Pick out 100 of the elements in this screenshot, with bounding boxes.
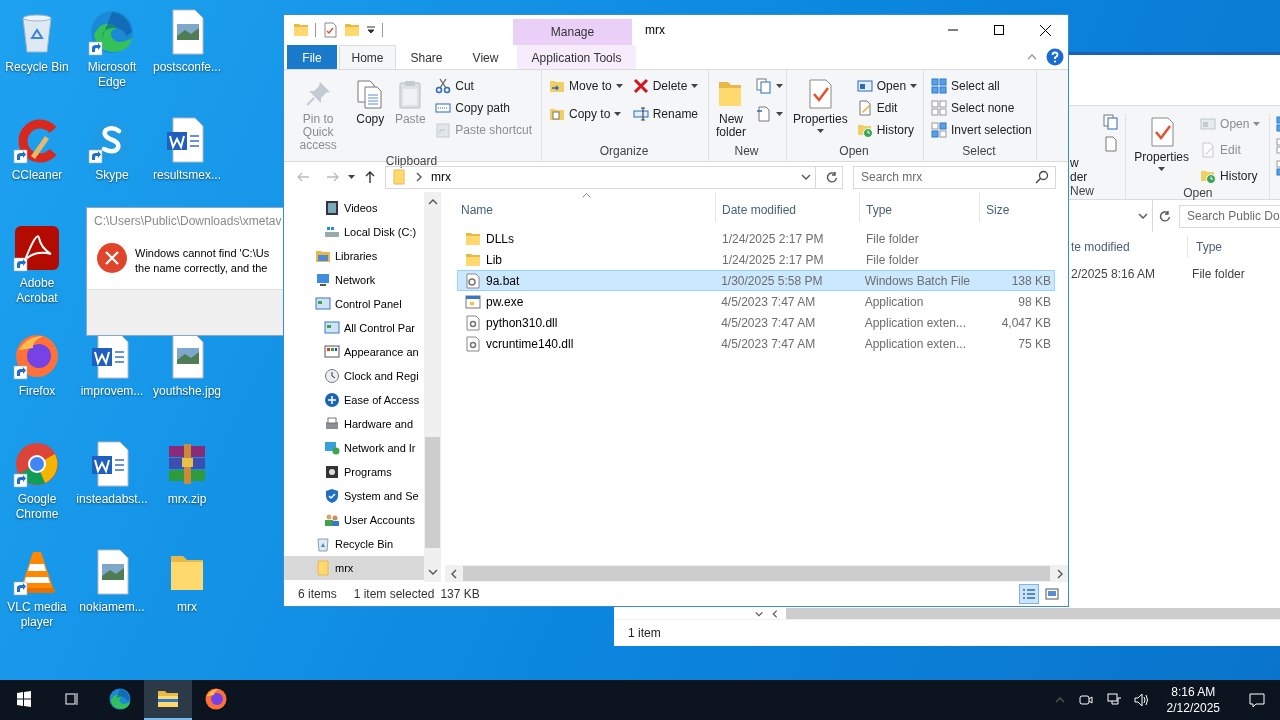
search-field[interactable]: Search mrx xyxy=(861,166,1035,188)
ribbon-tab[interactable]: View xyxy=(457,45,514,69)
gear-file-icon xyxy=(465,314,481,331)
clock[interactable]: 8:16 AM 2/12/2025 xyxy=(1158,684,1228,716)
type-cell-text: File folder xyxy=(1191,267,1246,281)
file-name: python310.dll xyxy=(486,315,558,330)
column-header[interactable]: Size xyxy=(979,192,1058,222)
nav-item[interactable]: Local Disk (C:) xyxy=(284,220,424,244)
nav-item[interactable]: Control Panel xyxy=(284,292,424,316)
properties-button[interactable]: Properties xyxy=(1132,114,1192,186)
copy-to-button[interactable]: Copy to xyxy=(546,104,626,124)
file-row[interactable]: vcruntime140.dll 4/5/2023 7:47 AM Application exten... 75 KB xyxy=(457,333,1055,354)
copy-path-button[interactable]: Copy path xyxy=(432,98,535,118)
nav-item[interactable]: User Accounts xyxy=(284,508,424,532)
file-row[interactable]: pw.exe 4/5/2023 7:47 AM Application 98 KB xyxy=(457,291,1055,312)
select-none-button[interactable]: Select none xyxy=(928,98,1035,118)
column-header[interactable]: Type xyxy=(859,192,979,222)
swirl-browser-icon[interactable] xyxy=(88,8,136,56)
scrollbar[interactable] xyxy=(445,565,1068,582)
nav-item[interactable]: Network and Ir xyxy=(284,436,424,460)
search-field[interactable]: Search Public Do xyxy=(1187,205,1280,227)
properties-icon[interactable] xyxy=(322,22,338,38)
properties-button[interactable]: Properties xyxy=(791,76,850,135)
dropdown-icon[interactable] xyxy=(366,25,376,35)
nav-item[interactable]: Programs xyxy=(284,460,424,484)
move-to-button[interactable]: Move to xyxy=(546,76,626,96)
recent-locations-button[interactable] xyxy=(348,175,355,179)
select-all-button[interactable]: Select all xyxy=(928,76,1035,96)
details-view-icon xyxy=(1022,587,1036,601)
button-label[interactable]: der xyxy=(1070,170,1088,184)
nav-item[interactable]: mrx xyxy=(284,556,424,580)
date-cell-text: 4/5/2023 7:47 AM xyxy=(720,294,817,309)
nav-item[interactable]: Libraries xyxy=(284,244,424,268)
documents-icon[interactable] xyxy=(1103,114,1120,130)
nav-item[interactable]: Appearance an xyxy=(284,340,424,364)
refresh-icon xyxy=(1159,210,1171,222)
cut-button[interactable]: Cut xyxy=(432,76,535,96)
ribbon-tab[interactable]: Application Tools xyxy=(517,45,636,69)
browser-icon[interactable] xyxy=(13,440,61,488)
file-row[interactable]: Lib 1/24/2025 2:17 PM File folder xyxy=(457,249,1055,270)
column-header[interactable]: Date modified xyxy=(715,192,859,222)
scrollbar[interactable] xyxy=(786,608,1280,619)
ribbon-button[interactable]: History xyxy=(1197,166,1264,186)
nav-item[interactable]: System and Se xyxy=(284,484,424,508)
type-cell-text: File folder xyxy=(865,252,920,267)
search-box[interactable]: Search mrx xyxy=(853,165,1056,189)
history-icon xyxy=(856,122,873,138)
new-item-button[interactable] xyxy=(753,76,786,96)
nav-item[interactable]: Ease of Access xyxy=(284,388,424,412)
search-box[interactable]: Search Public Do xyxy=(1179,204,1280,228)
history-button[interactable]: History xyxy=(853,120,921,140)
nav-item[interactable]: Recycle Bin xyxy=(284,532,424,556)
help-icon[interactable] xyxy=(1046,48,1064,66)
fox-browser-icon[interactable] xyxy=(13,332,61,380)
column-header[interactable]: Name xyxy=(457,192,715,222)
maximize-icon xyxy=(994,25,1004,35)
rename-button[interactable]: Rename xyxy=(629,104,702,124)
column-header[interactable]: Type xyxy=(1187,236,1277,258)
forward-arrow-icon xyxy=(326,170,340,184)
edit-icon xyxy=(856,100,873,116)
breadcrumb-item[interactable]: mrx xyxy=(431,170,791,184)
item-count: 6 items xyxy=(298,587,337,601)
file-name: DLLs xyxy=(486,231,514,246)
date-cell-text: 1/24/2025 2:17 PM xyxy=(721,231,825,246)
ribbon-tab[interactable]: Home xyxy=(339,45,396,69)
network-icon xyxy=(315,272,331,288)
nav-item[interactable]: All Control Par xyxy=(284,316,424,340)
nav-item[interactable]: Hardware and xyxy=(284,412,424,436)
sort-ascending-icon xyxy=(582,193,591,198)
nav-item[interactable]: Network xyxy=(284,268,424,292)
nav-item[interactable]: Clock and Regi xyxy=(284,364,424,388)
size-cell-text: 75 KB xyxy=(1017,336,1052,351)
clipboard-icon xyxy=(435,122,452,138)
file-name: Lib xyxy=(486,252,502,267)
open-button[interactable]: Open xyxy=(853,76,921,96)
scrollbar[interactable] xyxy=(424,192,441,582)
clock-icon xyxy=(324,368,340,384)
file-row[interactable]: DLLs 1/24/2025 2:17 PM File folder xyxy=(457,228,1055,249)
file-row[interactable]: python310.dll 4/5/2023 7:47 AM Application exten... 4,047 KB xyxy=(457,312,1055,333)
file-row[interactable]: 9a.bat 1/30/2025 5:58 PM Windows Batch File 138 KB xyxy=(457,270,1055,291)
folder-icon xyxy=(465,251,481,268)
nav-item[interactable]: Videos xyxy=(284,196,424,220)
copy-button[interactable]: Copy xyxy=(352,76,389,128)
recycle-bin-icon xyxy=(315,536,331,552)
group-label: New xyxy=(1070,184,1095,200)
up-button[interactable] xyxy=(363,170,377,184)
taskbar-app-button[interactable] xyxy=(144,680,192,720)
new-folder-button[interactable]: New folder xyxy=(713,76,749,141)
close-icon xyxy=(1039,24,1051,36)
delete-button[interactable]: Delete xyxy=(629,76,702,96)
invert-selection-button[interactable]: Invert selection xyxy=(928,120,1035,140)
pdf-app-icon[interactable] xyxy=(13,224,61,272)
details-view-button[interactable] xyxy=(1019,584,1039,604)
ribbon-tab[interactable]: Share xyxy=(398,45,455,69)
printer-icon xyxy=(324,416,340,432)
ribbon-tab[interactable]: File xyxy=(287,45,337,69)
column-header[interactable]: te modified xyxy=(1071,236,1187,258)
edit-button[interactable]: Edit xyxy=(853,98,921,118)
window-title: mrx xyxy=(644,22,666,39)
button-label[interactable]: w xyxy=(1070,156,1088,170)
